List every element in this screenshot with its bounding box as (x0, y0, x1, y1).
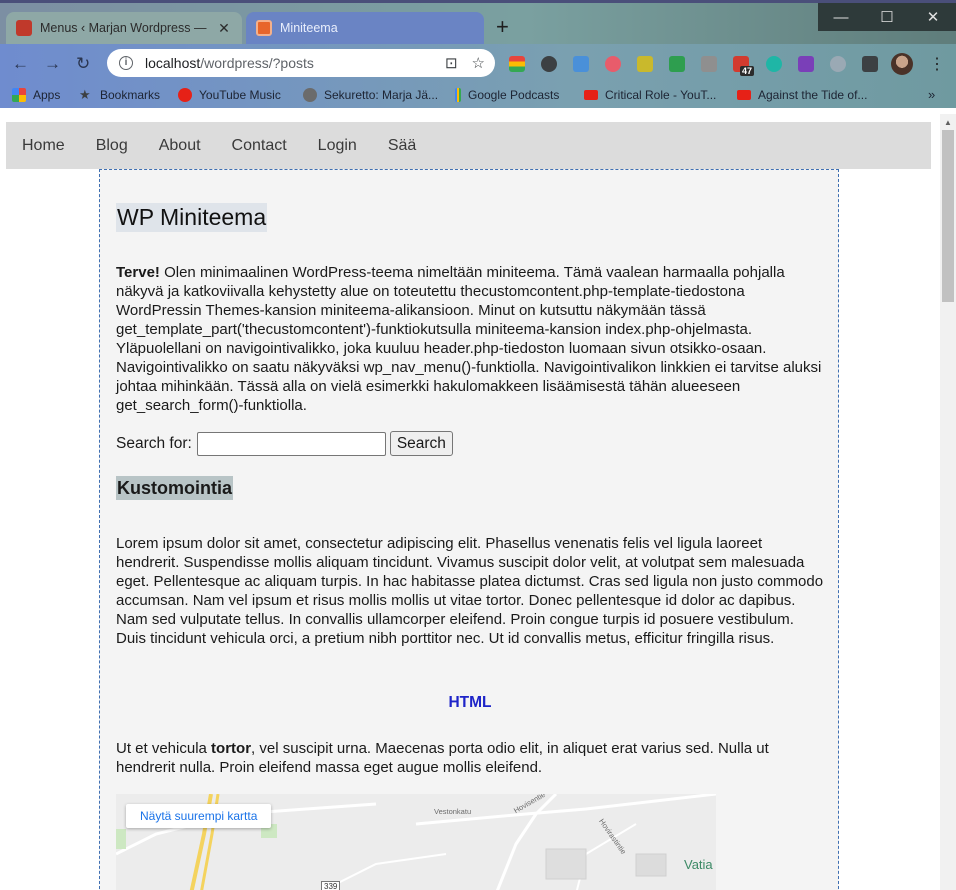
onenote-extension-icon[interactable] (798, 56, 814, 72)
url-path: /wordpress/?posts (200, 55, 314, 71)
browser-toolbar: ← → ↻ i localhost/wordpress/?posts ⊡ ☆ 4… (0, 44, 956, 82)
bookmark-label: Apps (33, 88, 61, 102)
search-button[interactable]: Search (389, 431, 453, 456)
embedded-map[interactable]: Näytä suurempi kartta Vestonkatu Hovisen… (116, 794, 716, 890)
new-tab-button[interactable]: + (496, 16, 509, 38)
lorem-paragraph: Lorem ipsum dolor sit amet, consectetur … (116, 535, 824, 647)
nav-link-blog[interactable]: Blog (96, 137, 128, 155)
site-title: WP Miniteema (116, 203, 268, 232)
bookmark-sekuretto[interactable]: Sekuretto: Marja Jä... (303, 88, 438, 102)
forward-arrow-icon[interactable]: → (44, 54, 61, 74)
drive-extension-icon[interactable] (701, 56, 717, 72)
street-label: Vestonkatu (434, 807, 472, 816)
map-place-name: Vatia (684, 857, 713, 872)
bookmark-label: Bookmarks (100, 88, 161, 102)
browser-menu-icon[interactable]: ⋮ (929, 54, 945, 74)
tortor-bold: tortor (211, 740, 252, 757)
maximize-icon[interactable]: ☐ (864, 3, 910, 31)
nav-link-login[interactable]: Login (318, 137, 357, 155)
youtube-icon (584, 90, 598, 100)
extension-icon[interactable] (605, 56, 621, 72)
more-bookmarks-icon[interactable]: » (928, 87, 935, 102)
web-page: Home Blog About Contact Login Sää WP Min… (0, 114, 940, 890)
scrollbar-thumb[interactable] (942, 130, 954, 302)
calendar-extension-icon[interactable] (573, 56, 589, 72)
bookmark-google-podcasts[interactable]: Google Podcasts (455, 88, 559, 102)
html-link[interactable]: HTML (116, 694, 824, 712)
wordpress-favicon-icon (16, 20, 32, 36)
youtube-music-icon (178, 88, 192, 102)
intro-text: Olen minimaalinen WordPress-teema nimelt… (116, 264, 822, 414)
bookmark-apps[interactable]: Apps (12, 88, 60, 102)
tortor-paragraph: Ut et vehicula tortor, vel suscipit urna… (116, 739, 824, 777)
page-scrollbar[interactable]: ▲ (940, 114, 956, 890)
extension-icon[interactable] (637, 56, 653, 72)
address-bar[interactable]: i localhost/wordpress/?posts ⊡ ☆ (107, 49, 495, 77)
extension-icon[interactable] (830, 56, 846, 72)
tab-close-icon[interactable]: ✕ (216, 20, 232, 37)
extension-badge: 47 (740, 66, 755, 76)
view-larger-map-button[interactable]: Näytä suurempi kartta (126, 804, 272, 828)
road-number-shield: 339 (321, 881, 341, 890)
custom-content-area: WP Miniteema Terve! Olen minimaalinen Wo… (99, 169, 839, 890)
bookmark-label: YouTube Music (199, 88, 281, 102)
bookmark-label: Critical Role - YouT... (605, 88, 717, 102)
checkmark-extension-icon[interactable] (669, 56, 685, 72)
search-label: Search for: (116, 434, 192, 452)
bookmark-label: Against the Tide of... (758, 88, 868, 102)
extension-icon[interactable] (766, 56, 782, 72)
tab-title: Menus ‹ Marjan Wordpress — W (40, 21, 210, 35)
bookmark-label: Sekuretto: Marja Jä... (324, 88, 439, 102)
scroll-up-arrow-icon[interactable]: ▲ (944, 118, 952, 127)
star-icon: ★ (79, 87, 91, 102)
intro-paragraph: Terve! Olen minimaalinen WordPress-teema… (116, 263, 824, 415)
bookmark-star-icon[interactable]: ☆ (472, 54, 485, 72)
section-heading: Kustomointia (116, 476, 233, 500)
nav-link-home[interactable]: Home (22, 137, 65, 155)
url-host: localhost (145, 55, 201, 71)
extension-icon[interactable] (541, 56, 557, 72)
nav-link-saa[interactable]: Sää (388, 137, 416, 155)
bookmark-label: Google Podcasts (468, 88, 560, 102)
minimize-icon[interactable]: — (818, 3, 864, 31)
browser-tab-menus[interactable]: Menus ‹ Marjan Wordpress — W ✕ (6, 12, 242, 44)
reload-icon[interactable]: ↻ (76, 54, 90, 74)
tortor-text-before: Ut et vehicula (116, 740, 212, 757)
nav-link-contact[interactable]: Contact (232, 137, 287, 155)
youtube-icon (737, 90, 751, 100)
apps-grid-icon (12, 88, 26, 102)
bookmark-youtube-music[interactable]: YouTube Music (178, 88, 281, 102)
browser-tab-miniteema[interactable]: Miniteema (246, 12, 484, 44)
bookmark-critical-role[interactable]: Critical Role - YouT... (584, 88, 716, 102)
translate-icon[interactable]: ⊡ (445, 54, 458, 72)
site-navigation: Home Blog About Contact Login Sää (6, 122, 931, 169)
globe-icon (303, 88, 317, 102)
extension-icon[interactable] (509, 56, 525, 72)
xampp-favicon-icon (256, 20, 272, 36)
bookmark-bookmarks[interactable]: ★ Bookmarks (79, 87, 161, 103)
bookmark-against-the-tide[interactable]: Against the Tide of... (737, 88, 867, 102)
nav-link-about[interactable]: About (159, 137, 201, 155)
browser-titlebar: Menus ‹ Marjan Wordpress — W ✕ Miniteema… (0, 0, 956, 44)
extensions-puzzle-icon[interactable] (862, 56, 878, 72)
search-form: Search for: Search (116, 431, 453, 456)
back-arrow-icon[interactable]: ← (12, 54, 29, 74)
intro-greeting: Terve! (116, 264, 160, 281)
profile-avatar[interactable] (891, 53, 913, 75)
search-input[interactable] (196, 431, 386, 456)
bookmarks-bar: Apps ★ Bookmarks YouTube Music Sekuretto… (0, 82, 956, 108)
tab-title: Miniteema (280, 21, 338, 35)
google-podcasts-icon (455, 88, 461, 102)
site-info-icon[interactable]: i (119, 56, 133, 70)
close-window-icon[interactable]: ✕ (910, 3, 956, 31)
